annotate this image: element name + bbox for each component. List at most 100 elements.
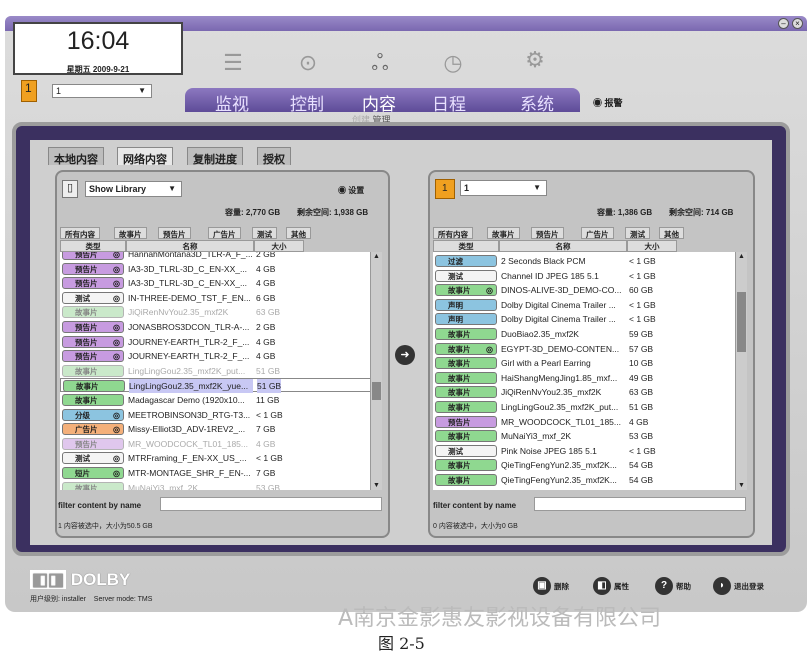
list-item[interactable]: 故事片 LingLingGou2.35_mxf2K_yue... 51 GB (60, 378, 382, 394)
category-tab[interactable]: 其他 (659, 227, 684, 239)
type-label: 过滤 (448, 257, 463, 266)
list-item[interactable]: 故事片 LingLingGou2.35_mxf2K_put... 51 GB (433, 400, 747, 414)
category-tab[interactable]: 广告片 (581, 227, 614, 239)
list-item[interactable]: 短片 ◎ MTR-MONTAGE_SHR_F_EN-... 7 GB (60, 466, 382, 480)
list-item[interactable]: 预告片 ◎ HannahMontana3D_TLR-A_F_... 2 GB (60, 252, 382, 261)
category-tab[interactable]: 广告片 (208, 227, 241, 239)
schedule-clock-icon[interactable]: ◷ (438, 48, 468, 78)
footer-button[interactable]: ? 帮助 (655, 577, 691, 595)
list-item[interactable]: 广告片 ◎ Missy-Elliot3D_ADV-1REV2_... 7 GB (60, 422, 382, 436)
nav-tab-content[interactable]: 内容 (362, 90, 396, 115)
left-filter-input[interactable] (160, 497, 382, 511)
minimize-button[interactable]: – (778, 18, 789, 29)
server-select[interactable]: 1 ▼ (460, 180, 547, 196)
list-item[interactable]: 故事片 QieTingFengYun2.35_mxf2K... 54 GB (433, 458, 747, 472)
chevron-down-icon: ▼ (533, 183, 541, 192)
category-tab[interactable]: 其他 (286, 227, 311, 239)
list-item[interactable]: 故事片 ◎ EGYPT-3D_DEMO-CONTEN... 57 GB (433, 342, 747, 356)
column-header[interactable]: 类型 (60, 240, 126, 252)
library-device-icon[interactable]: ▯ (62, 180, 78, 198)
list-item[interactable]: 故事片 JiQiRenNvYou2.35_mxf2K 63 GB (433, 385, 747, 399)
control-play-icon[interactable]: ⊙ (293, 48, 323, 78)
list-item[interactable]: 预告片 ◎ JOURNEY-EARTH_TLR-2_F_... 4 GB (60, 349, 382, 363)
scroll-down-icon[interactable]: ▼ (736, 482, 747, 489)
type-label: 预告片 (75, 279, 98, 289)
settings-button[interactable]: ◉ 设置 (338, 185, 364, 196)
scrollbar[interactable]: ▲ ▼ (370, 252, 382, 490)
content-circles-icon[interactable]: ஃ (365, 48, 395, 78)
category-tab[interactable]: 故事片 (114, 227, 147, 239)
content-size: 51 GB (256, 365, 281, 376)
nav-tab-control[interactable]: 控制 (290, 90, 324, 115)
nav-tab-schedule[interactable]: 日程 (432, 90, 466, 115)
type-badge: 故事片 ◎ (435, 342, 497, 355)
column-header[interactable]: 类型 (433, 240, 499, 252)
close-button[interactable]: × (792, 18, 803, 29)
list-item[interactable]: 故事片 Girl with a Pearl Earring 10 GB (433, 356, 747, 370)
category-tab[interactable]: 故事片 (487, 227, 520, 239)
clock-date: 星期五 2009-9-21 (66, 65, 130, 74)
list-item[interactable]: 预告片 MR_WOODCOCK_TL01_185... 4 GB (433, 415, 747, 429)
library-select[interactable]: Show Library ▼ (85, 181, 182, 197)
footer-button[interactable]: ▣ 删除 (533, 577, 569, 595)
nav-tab-system[interactable]: 系统 (520, 90, 554, 115)
channel-badge[interactable]: 1 (21, 80, 37, 102)
list-item[interactable]: 故事片 JiQiRenNvYou2.35_mxf2K 63 GB (60, 305, 382, 319)
list-item[interactable]: 故事片 HaiShangMengJing1.85_mxf... 49 GB (433, 371, 747, 385)
type-badge: 测试 ◎ (62, 452, 124, 465)
scroll-down-icon[interactable]: ▼ (371, 482, 382, 489)
scroll-up-icon[interactable]: ▲ (736, 253, 747, 260)
list-item[interactable]: 故事片 DuoBiao2.35_mxf2K 59 GB (433, 327, 747, 341)
list-item[interactable]: 故事片 MuNaiYi3_mxf_2K 53 GB (433, 429, 747, 443)
server-channel-badge[interactable]: 1 (435, 179, 455, 199)
type-badge: 预告片 ◎ (62, 277, 124, 290)
monitor-list-icon[interactable]: ☰ (218, 48, 248, 78)
footer-button[interactable]: ◗ 退出登录 (713, 577, 764, 595)
category-tab[interactable]: 测试 (625, 227, 650, 239)
tab-copy-progress[interactable]: 复制进度 (187, 147, 243, 166)
column-header[interactable]: 大小 (627, 240, 677, 252)
list-item[interactable]: 预告片 MR_WOODCOCK_TL01_185... 4 GB (60, 437, 382, 451)
category-tab[interactable]: 所有内容 (433, 227, 473, 239)
scroll-thumb[interactable] (372, 382, 381, 400)
tab-network-content[interactable]: 网络内容 (117, 147, 173, 166)
list-item[interactable]: 声明 Dolby Digital Cinema Trailer ... < 1 … (433, 312, 747, 326)
alarm-indicator[interactable]: ◉ 报警 (593, 96, 623, 109)
category-tab[interactable]: 测试 (252, 227, 277, 239)
tab-local-content[interactable]: 本地内容 (48, 147, 104, 166)
list-item[interactable]: 分级 ◎ MEETROBINSON3D_RTG-T3... < 1 GB (60, 408, 382, 422)
list-item[interactable]: 测试 Channel ID JPEG 185 5.1 < 1 GB (433, 269, 747, 283)
transfer-arrow-button[interactable]: ➜ (395, 345, 415, 365)
list-item[interactable]: 故事片 LingLingGou2.35_mxf2K_put... 51 GB (60, 364, 382, 378)
channel-select[interactable]: 1 ▼ (52, 84, 152, 98)
right-filter-input[interactable] (534, 497, 746, 511)
category-tab[interactable]: 预告片 (531, 227, 564, 239)
tab-license[interactable]: 授权 (257, 147, 291, 166)
footer-button[interactable]: ◧ 属性 (593, 577, 629, 595)
column-header[interactable]: 大小 (254, 240, 304, 252)
scroll-up-icon[interactable]: ▲ (371, 253, 382, 260)
column-header[interactable]: 名称 (126, 240, 254, 252)
list-item[interactable]: 预告片 ◎ IA3-3D_TLRL-3D_C_EN-XX_... 4 GB (60, 262, 382, 276)
nav-tab-monitor[interactable]: 监视 (215, 90, 249, 115)
list-item[interactable]: 故事片 ◎ DINOS-ALIVE-3D_DEMO-CO... 60 GB (433, 283, 747, 297)
list-item[interactable]: 测试 ◎ MTRFraming_F_EN-XX_US_... < 1 GB (60, 451, 382, 465)
list-item[interactable]: 测试 Pink Noise JPEG 185 5.1 < 1 GB (433, 444, 747, 458)
list-item[interactable]: 预告片 ◎ JONASBROS3DCON_TLR-A-... 2 GB (60, 320, 382, 334)
list-item[interactable]: 故事片 Madagascar Demo (1920x10... 11 GB (60, 393, 382, 407)
scroll-thumb[interactable] (737, 292, 746, 352)
list-item[interactable]: 测试 ◎ IN-THREE-DEMO_TST_F_EN... 6 GB (60, 291, 382, 305)
system-gear-icon[interactable]: ⚙ (520, 45, 550, 75)
list-item[interactable]: 故事片 QieTingFengYun2.35_mxf2K... 54 GB (433, 473, 747, 487)
list-item[interactable]: 声明 Dolby Digital Cinema Trailer ... < 1 … (433, 298, 747, 312)
list-item[interactable]: 预告片 ◎ IA3-3D_TLRL-3D_C_EN-XX_... 4 GB (60, 276, 382, 290)
category-tab[interactable]: 预告片 (158, 227, 191, 239)
3d-icon: ◎ (113, 337, 120, 347)
list-item[interactable]: 过滤 2 Seconds Black PCM < 1 GB (433, 254, 747, 268)
list-item[interactable]: 故事片 MuNaiYi3_mxf_2K 53 GB (60, 481, 382, 490)
column-header[interactable]: 名称 (499, 240, 627, 252)
content-size: 4 GB (256, 438, 276, 449)
category-tab[interactable]: 所有内容 (60, 227, 100, 239)
list-item[interactable]: 预告片 ◎ JOURNEY-EARTH_TLR-2_F_... 4 GB (60, 335, 382, 349)
scrollbar[interactable]: ▲ ▼ (735, 252, 747, 490)
